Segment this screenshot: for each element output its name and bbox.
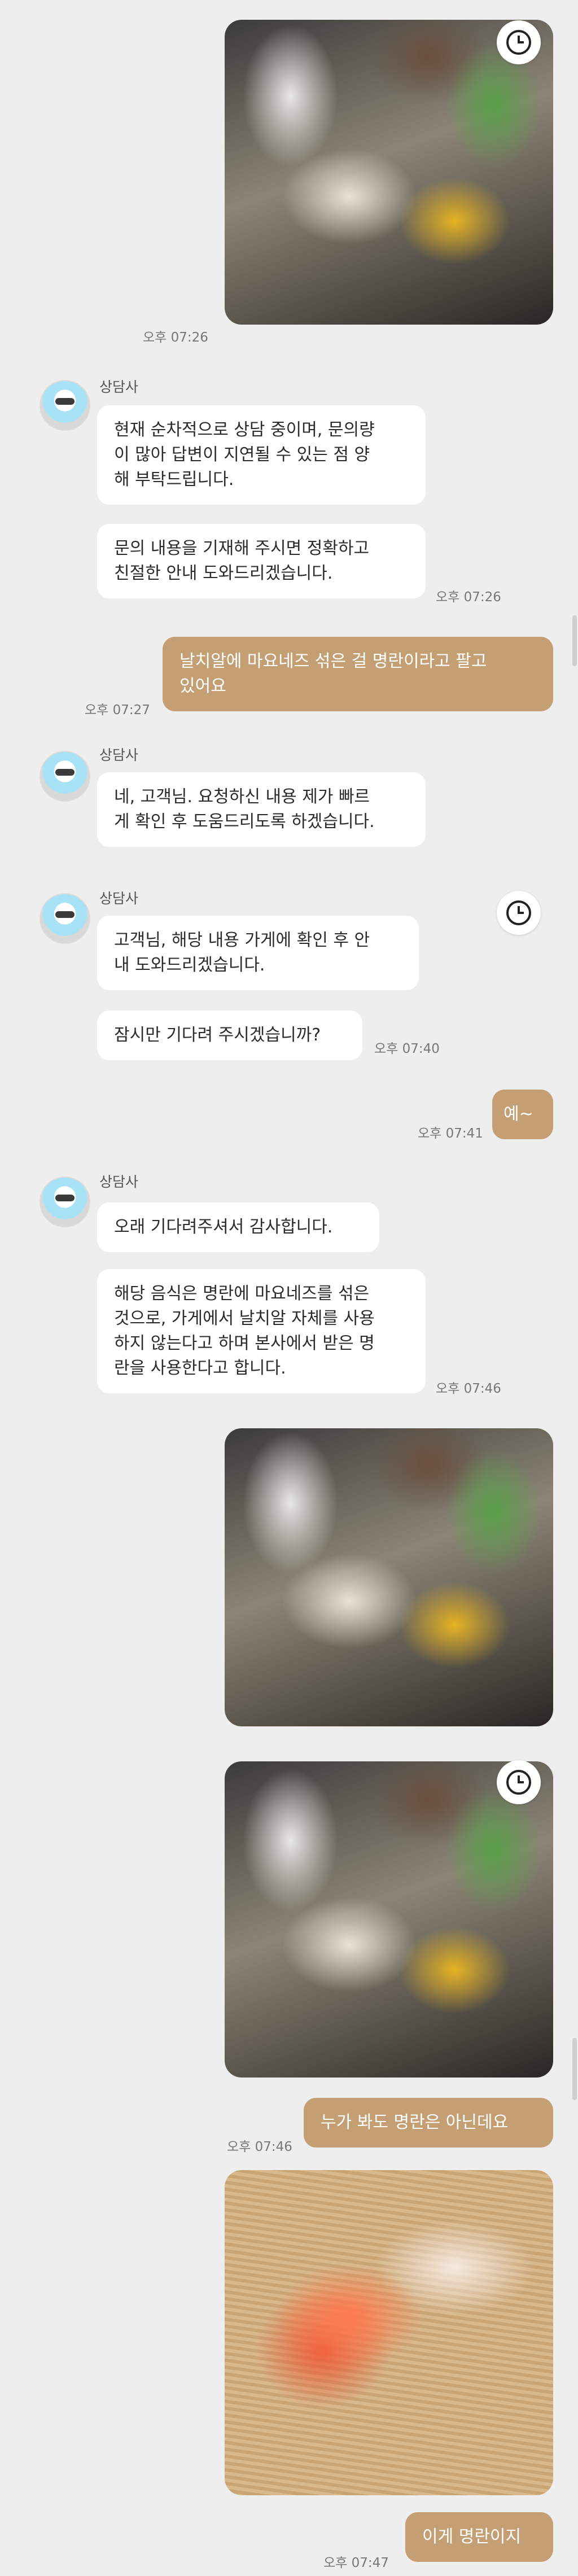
agent-message-bubble: 네, 고객님. 요청하신 내용 제가 빠르 게 확인 후 도움드리도록 하겠습니… — [97, 772, 426, 847]
message-time: 오후 07:40 — [374, 1042, 440, 1056]
scrollbar-thumb[interactable] — [572, 2038, 577, 2100]
agent-message-bubble: 해당 음식은 명란에 마요네즈를 섞은 것으로, 가게에서 날치알 자체를 사용… — [97, 1269, 426, 1393]
pending-clock-button[interactable] — [497, 891, 541, 935]
agent-message-bubble: 문의 내용을 기재해 주시면 정확하고 친절한 안내 도와드리겠습니다. — [97, 524, 426, 598]
agent-avatar — [40, 1177, 90, 1227]
clock-icon — [506, 1770, 531, 1795]
agent-avatar — [40, 893, 90, 944]
message-time: 오후 07:46 — [227, 2140, 292, 2154]
user-message-bubble: 예~ — [492, 1090, 553, 1139]
agent-name: 상담사 — [99, 1174, 139, 1190]
user-message-bubble: 누가 봐도 명란은 아닌데요 — [304, 2098, 553, 2148]
message-time: 오후 07:26 — [436, 590, 501, 605]
user-message-bubble: 날치알에 마요네즈 섞은 걸 명란이라고 팔고 있어요 — [163, 637, 553, 711]
message-time: 오후 07:47 — [323, 2556, 389, 2570]
user-message-bubble: 이게 명란이지 — [405, 2512, 553, 2562]
scrollbar[interactable] — [570, 0, 578, 2576]
sent-photo[interactable] — [225, 1761, 553, 2078]
message-time: 오후 07:41 — [418, 1126, 483, 1141]
agent-avatar — [40, 380, 90, 431]
message-time: 오후 07:26 — [143, 330, 208, 345]
message-time: 오후 07:46 — [436, 1381, 501, 1396]
agent-message-bubble: 오래 기다려주셔서 감사합니다. — [97, 1202, 379, 1252]
agent-message-bubble: 잠시만 기다려 주시겠습니까? — [97, 1011, 362, 1060]
pending-clock-button[interactable] — [497, 20, 541, 64]
message-time: 오후 07:27 — [85, 703, 150, 718]
pending-clock-button[interactable] — [497, 1760, 541, 1804]
sent-photo[interactable] — [225, 1428, 553, 1726]
agent-name: 상담사 — [99, 747, 139, 763]
clock-icon — [506, 900, 531, 925]
sent-photo[interactable] — [225, 20, 553, 325]
sent-photo[interactable] — [225, 2170, 553, 2495]
agent-message-bubble: 현재 순차적으로 상담 중이며, 문의량 이 많아 답변이 지연될 수 있는 점… — [97, 405, 426, 505]
agent-name: 상담사 — [99, 379, 139, 395]
agent-name: 상담사 — [99, 890, 139, 907]
agent-message-bubble: 고객님, 해당 내용 가게에 확인 후 안 내 도와드리겠습니다. — [97, 916, 419, 990]
scrollbar-thumb[interactable] — [572, 615, 577, 666]
agent-avatar — [40, 751, 90, 802]
clock-icon — [506, 30, 531, 55]
